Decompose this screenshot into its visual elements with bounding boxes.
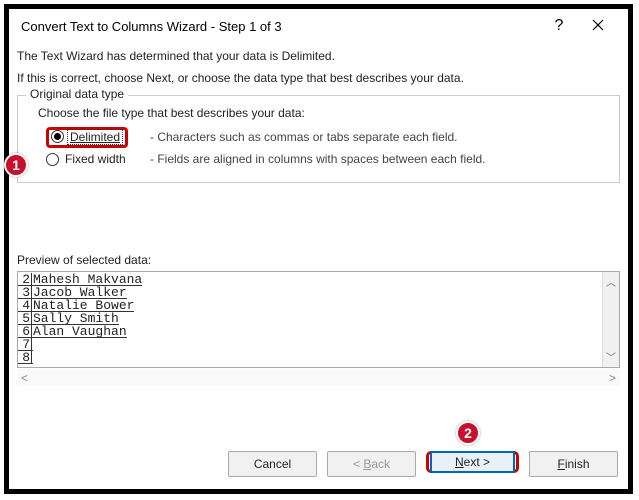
- scroll-right-icon: >: [609, 371, 616, 385]
- close-icon: [592, 19, 604, 31]
- preview-row: 7: [18, 338, 602, 351]
- annotation-badge-2: 2: [456, 421, 480, 445]
- radio-icon: [46, 153, 59, 166]
- radio-delimited[interactable]: Delimited: [46, 127, 128, 148]
- titlebar: Convert Text to Columns Wizard - Step 1 …: [9, 9, 628, 43]
- next-button[interactable]: Next >: [430, 451, 515, 473]
- radio-fixed-width[interactable]: Fixed width - Fields are aligned in colu…: [46, 148, 609, 170]
- preview-row: 8: [18, 351, 602, 364]
- preview-row: 6Alan Vaughan: [18, 325, 602, 338]
- button-bar: Cancel < Back 2 Next > Finish: [9, 439, 628, 489]
- scroll-down-icon: ﹀: [606, 347, 616, 367]
- annotation-badge-1: 1: [4, 153, 28, 177]
- finish-button[interactable]: Finish: [529, 451, 618, 477]
- preview-box: 2Mahesh Makvana 3Jacob Walker 4Natalie B…: [17, 271, 620, 368]
- close-button[interactable]: [578, 18, 618, 34]
- radio-delimited-label: Delimited: [68, 130, 122, 144]
- vertical-scrollbar[interactable]: ︿ ﹀: [602, 272, 619, 367]
- radio-fixed-label: Fixed width: [63, 151, 135, 167]
- help-button[interactable]: ?: [540, 17, 578, 35]
- original-data-type-group: Original data type Choose the file type …: [17, 95, 620, 183]
- intro-text-2: If this is correct, choose Next, or choo…: [17, 71, 620, 85]
- radio-delimited-desc: - Characters such as commas or tabs sepa…: [150, 130, 457, 144]
- preview-label: Preview of selected data:: [17, 253, 620, 267]
- window-title: Convert Text to Columns Wizard - Step 1 …: [21, 19, 540, 34]
- scroll-left-icon: <: [21, 371, 28, 385]
- scroll-up-icon: ︿: [606, 272, 616, 292]
- next-button-highlight: Next >: [426, 451, 519, 473]
- horizontal-scrollbar[interactable]: < >: [17, 369, 620, 386]
- choose-label: Choose the file type that best describes…: [38, 106, 609, 120]
- radio-icon: [51, 130, 64, 143]
- preview-rows: 2Mahesh Makvana 3Jacob Walker 4Natalie B…: [18, 272, 602, 367]
- cancel-button[interactable]: Cancel: [228, 451, 317, 477]
- radio-row-delimited: Delimited - Characters such as commas or…: [46, 126, 609, 148]
- back-button[interactable]: < Back: [327, 451, 416, 477]
- group-legend: Original data type: [26, 87, 128, 101]
- radio-fixed-desc: - Fields are aligned in columns with spa…: [150, 152, 486, 166]
- intro-text-1: The Text Wizard has determined that your…: [17, 49, 620, 63]
- dialog-window: Convert Text to Columns Wizard - Step 1 …: [9, 9, 628, 489]
- dialog-content: The Text Wizard has determined that your…: [9, 43, 628, 439]
